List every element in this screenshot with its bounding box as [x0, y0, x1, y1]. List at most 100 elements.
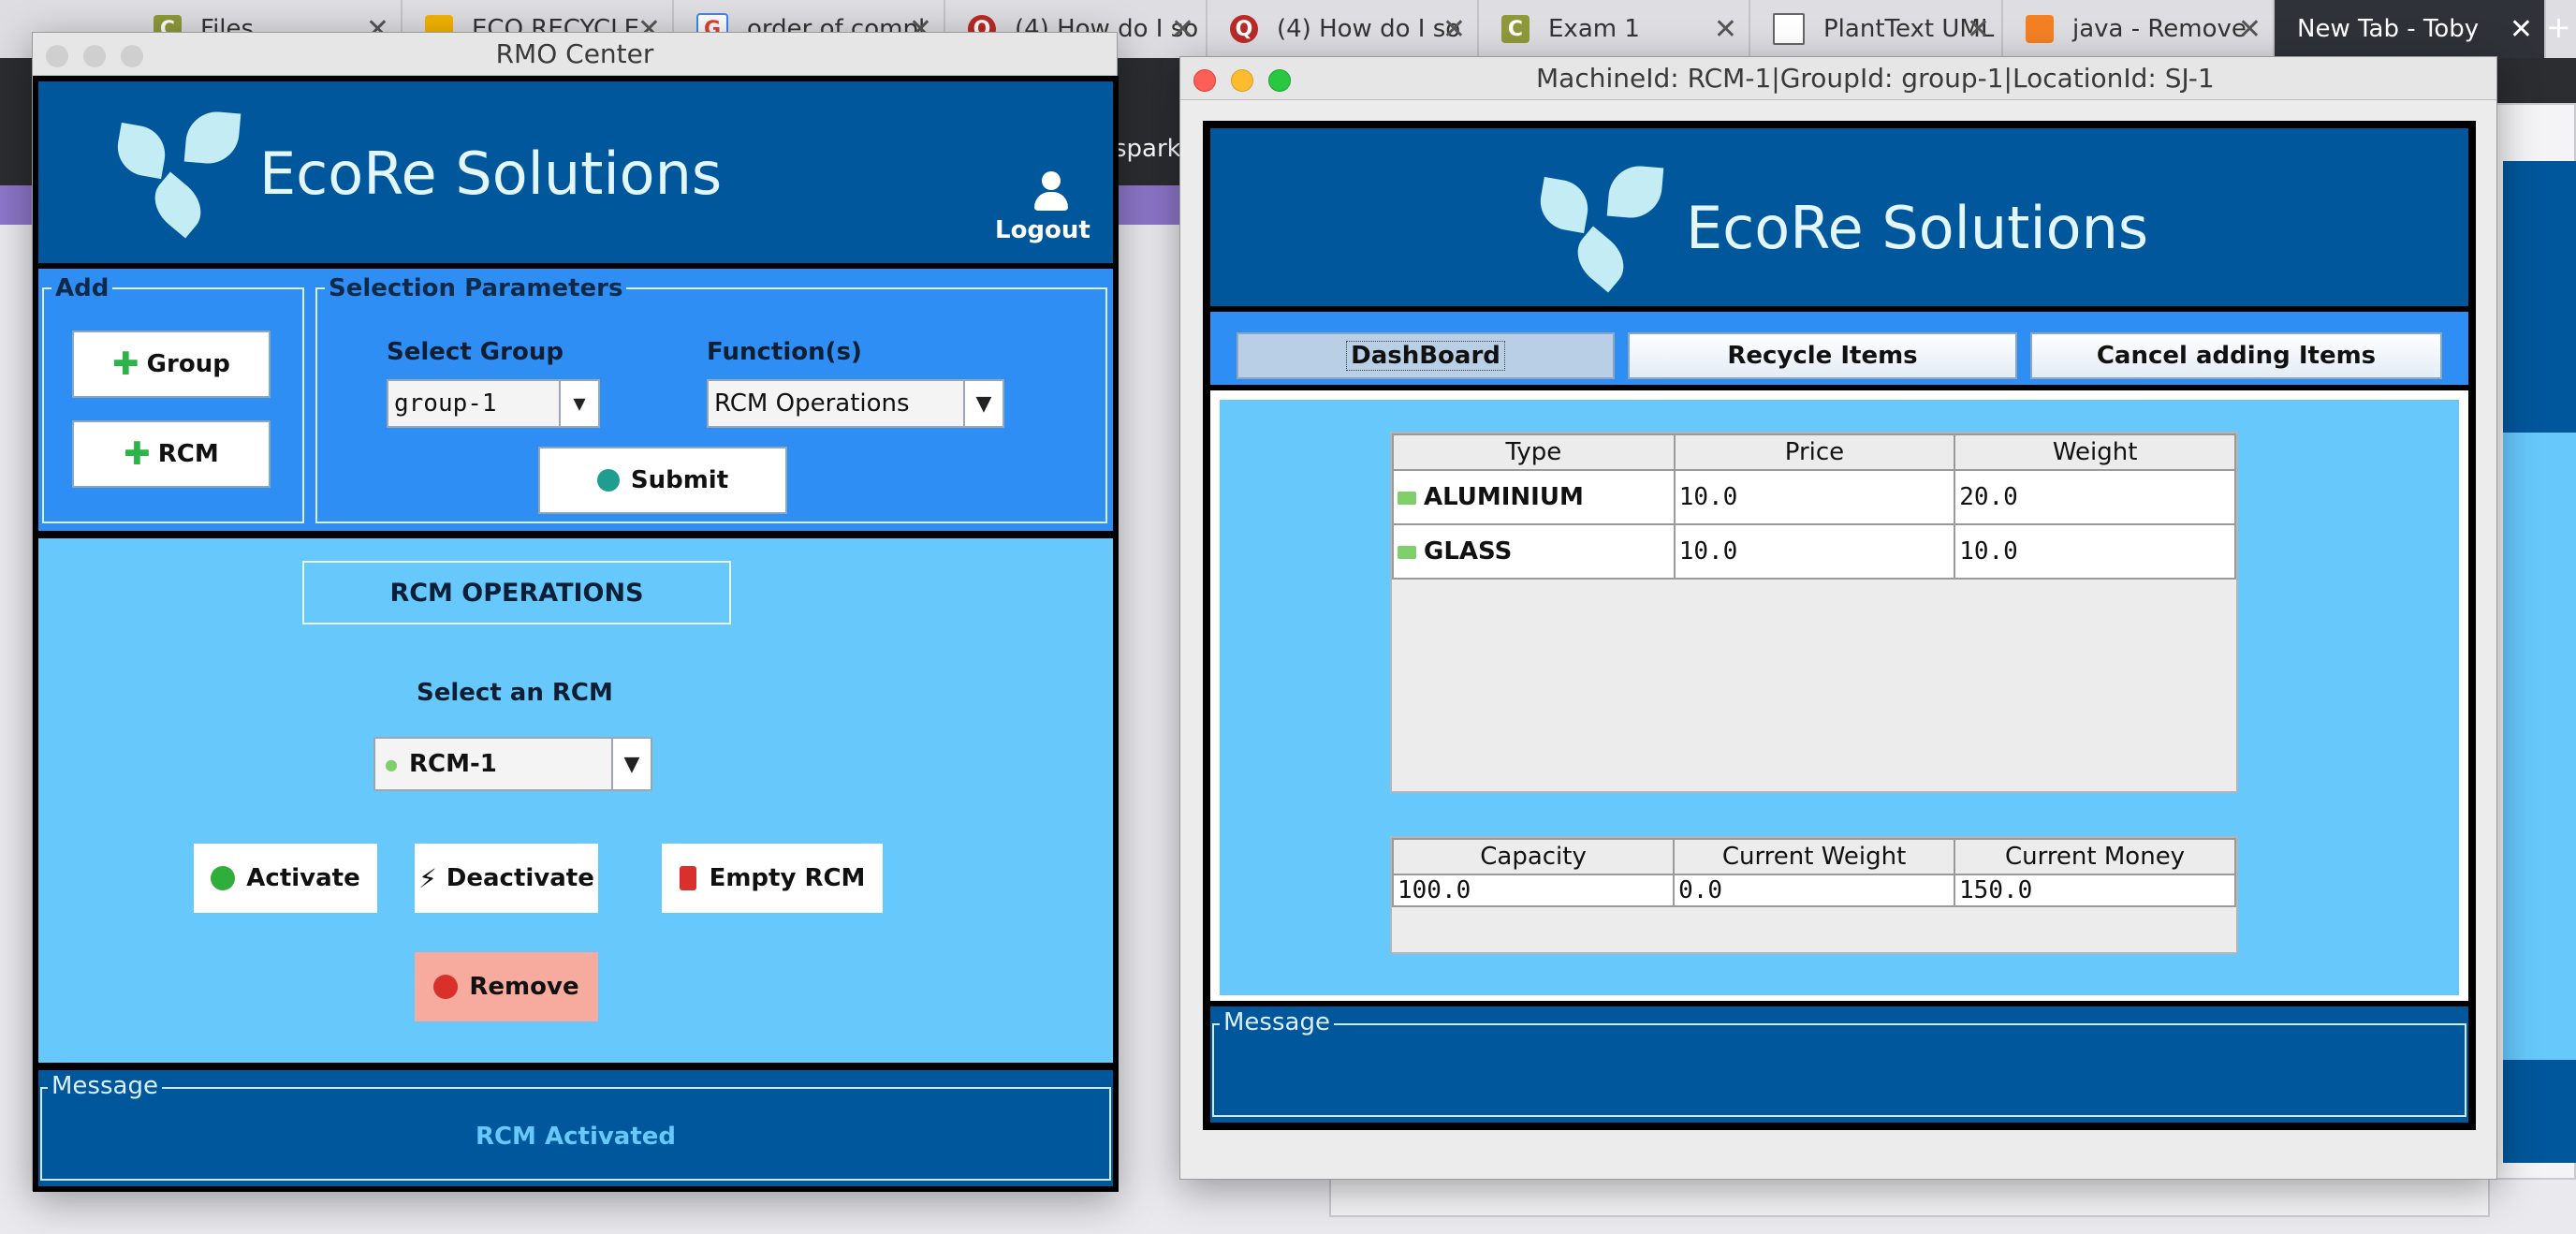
section-title: RCM OPERATIONS — [302, 561, 731, 624]
browser-tab-label: New Tab - Toby — [2297, 15, 2480, 43]
header-banner: EcoRe Solutions Logout — [38, 81, 1113, 263]
tab-dashboard-label: DashBoard — [1346, 341, 1505, 371]
minimize-button[interactable] — [83, 45, 106, 67]
recycle-logo-icon — [1535, 163, 1680, 293]
quora-icon: Q — [1230, 15, 1258, 43]
dashboard-panel: Type Price Weight ALUMINIUM 10.0 20.0 GL… — [1220, 400, 2459, 995]
new-tab-button[interactable]: + — [2546, 9, 2576, 47]
browser-tab-label: java - Remove — [2072, 15, 2247, 43]
plant-icon — [1773, 13, 1805, 45]
c-icon: C — [1501, 15, 1530, 43]
cell-type-text: ALUMINIUM — [1424, 483, 1584, 511]
cell-type: GLASS — [1392, 523, 1676, 580]
plus-icon: ✚ — [112, 345, 139, 383]
background-message — [2503, 1060, 2576, 1163]
user-icon[interactable] — [1032, 171, 1070, 213]
background-panel — [2503, 433, 2576, 1088]
plus-icon: ✚ — [124, 435, 151, 473]
close-icon[interactable]: ✕ — [1714, 13, 1737, 46]
chevron-down-icon: ▼ — [611, 739, 651, 789]
zoom-button[interactable] — [1268, 69, 1291, 92]
recycle-logo-icon — [112, 109, 257, 239]
status-table-scroll: Capacity Current Weight Current Money 10… — [1390, 836, 2238, 954]
close-icon[interactable]: ✕ — [1171, 13, 1194, 46]
brand-logo-text: EcoRe Solutions — [1686, 194, 2149, 262]
chevron-down-icon: ▼ — [963, 381, 1003, 426]
logout-link[interactable]: Logout — [995, 216, 1090, 244]
minimize-button[interactable] — [1231, 69, 1253, 92]
functions-label: Function(s) — [707, 338, 862, 366]
select-group-dropdown[interactable]: group-1 ▼ — [387, 379, 600, 428]
table-row[interactable]: GLASS 10.0 10.0 — [1392, 523, 2236, 580]
select-group-label: Select Group — [387, 338, 564, 366]
items-table-scroll: Type Price Weight ALUMINIUM 10.0 20.0 GL… — [1390, 432, 2238, 793]
select-rcm-dropdown[interactable]: ● RCM-1 ▼ — [373, 737, 652, 791]
window-titlebar: RMO Center — [33, 33, 1117, 76]
activate-button[interactable]: Activate — [194, 844, 377, 913]
cell-weight: 10.0 — [1954, 523, 2236, 580]
message-panel: Message RCM Activated — [38, 1070, 1113, 1186]
zoom-button[interactable] — [121, 45, 143, 67]
status-table: Capacity Current Weight Current Money 10… — [1391, 838, 2236, 907]
rcm-machine-window: MachineId: RCM-1|GroupId: group-1|Locati… — [1179, 56, 2497, 1180]
trash-icon — [679, 866, 696, 890]
empty-rcm-button[interactable]: Empty RCM — [662, 844, 883, 913]
column-header-capacity[interactable]: Capacity — [1391, 838, 1676, 875]
cell-price: 10.0 — [1673, 523, 1956, 580]
close-button[interactable] — [46, 45, 68, 67]
remove-button[interactable]: Remove — [415, 952, 598, 1021]
close-icon[interactable]: ✕ — [2510, 13, 2533, 46]
close-icon[interactable]: ✕ — [1967, 13, 1990, 46]
column-header-price[interactable]: Price — [1673, 433, 1956, 471]
items-table: Type Price Weight ALUMINIUM 10.0 20.0 GL… — [1392, 433, 2236, 580]
cell-capacity: 100.0 — [1391, 874, 1676, 907]
table-row[interactable]: ALUMINIUM 10.0 20.0 — [1392, 469, 2236, 525]
browser-tab[interactable]: C Exam 1 ✕ — [1479, 0, 1750, 58]
browser-tab-active[interactable]: New Tab - Toby ✕ — [2275, 0, 2546, 58]
cell-type-text: GLASS — [1424, 537, 1513, 566]
folder-icon — [1398, 546, 1416, 559]
window-titlebar: MachineId: RCM-1|GroupId: group-1|Locati… — [1180, 57, 2496, 100]
browser-tab[interactable]: java - Remove ✕ — [2003, 0, 2275, 58]
column-header-current-weight[interactable]: Current Weight — [1673, 838, 1956, 875]
window-title: RMO Center — [495, 38, 654, 69]
unplug-icon: ⚡ — [418, 862, 437, 894]
items-table-header: Type Price Weight — [1392, 433, 2236, 471]
select-rcm-value: RCM-1 — [408, 750, 497, 778]
status-table-header: Capacity Current Weight Current Money — [1391, 838, 2236, 875]
rcm-operations-panel: RCM OPERATIONS Select an RCM ● RCM-1 ▼ A… — [38, 538, 1113, 1063]
rmo-center-window: RMO Center EcoRe Solutions Logout Add ✚ — [32, 32, 1119, 1192]
close-button[interactable] — [1193, 69, 1216, 92]
add-group-button-label: Group — [146, 350, 230, 378]
column-header-weight[interactable]: Weight — [1954, 433, 2236, 471]
selection-parameters-title: Selection Parameters — [325, 274, 627, 302]
cell-price: 10.0 — [1673, 469, 1956, 525]
browser-tab[interactable]: Q (4) How do I so ✕ — [1208, 0, 1479, 58]
empty-rcm-button-label: Empty RCM — [709, 864, 866, 892]
message-panel: Message — [1210, 1006, 2468, 1123]
column-header-current-money[interactable]: Current Money — [1954, 838, 2236, 875]
tab-recycle-items[interactable]: Recycle Items — [1628, 332, 2017, 379]
select-group-value: group-1 — [394, 389, 497, 418]
cell-current-money: 150.0 — [1954, 874, 2236, 907]
column-header-type[interactable]: Type — [1392, 433, 1676, 471]
tab-cancel-adding-items[interactable]: Cancel adding Items — [2030, 332, 2442, 379]
deactivate-button[interactable]: ⚡ Deactivate — [415, 844, 598, 913]
functions-dropdown[interactable]: RCM Operations ▼ — [707, 379, 1004, 428]
dashboard-frame: Type Price Weight ALUMINIUM 10.0 20.0 GL… — [1210, 390, 2468, 1001]
table-row[interactable]: 100.0 0.0 150.0 — [1391, 874, 2236, 907]
browser-tab-label: Exam 1 — [1548, 15, 1640, 43]
window-content: EcoRe Solutions DashBoard Recycle Items … — [1203, 121, 2476, 1130]
add-group-button[interactable]: ✚ Group — [72, 331, 271, 398]
close-icon[interactable]: ✕ — [2238, 13, 2261, 46]
add-rcm-button[interactable]: ✚ RCM — [72, 420, 271, 488]
parameters-panel: Add ✚ Group ✚ RCM Selection Parameters S… — [38, 269, 1113, 531]
message-box: Message RCM Activated — [40, 1072, 1111, 1181]
deactivate-button-label: Deactivate — [446, 864, 594, 892]
tab-dashboard[interactable]: DashBoard — [1237, 332, 1615, 379]
browser-tab[interactable]: PlantText UML ✕ — [1750, 0, 2003, 58]
submit-button[interactable]: Submit — [538, 447, 787, 514]
close-icon[interactable]: ✕ — [1442, 13, 1466, 46]
add-rcm-button-label: RCM — [157, 440, 219, 468]
message-text: RCM Activated — [475, 1123, 677, 1151]
